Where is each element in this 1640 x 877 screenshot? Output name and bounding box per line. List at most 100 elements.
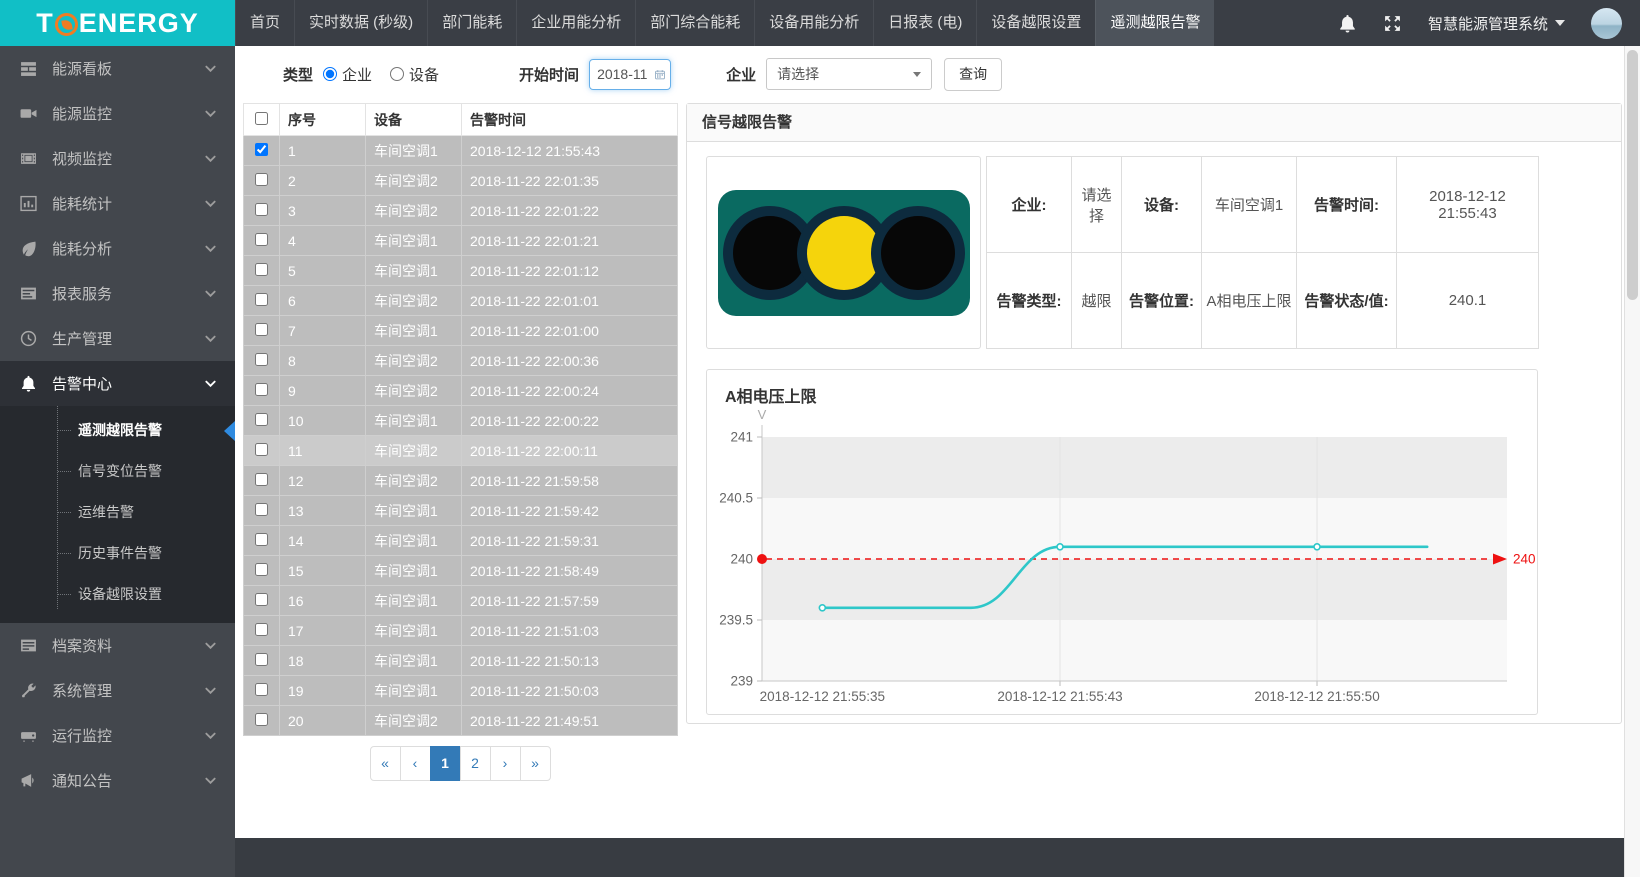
pagination-item[interactable]: › [490,746,521,781]
pagination-item[interactable]: ‹ [400,746,431,781]
nav-tab[interactable]: 设备越限设置 [976,0,1095,46]
table-row[interactable]: 11车间空调22018-11-22 22:00:11 [244,436,678,466]
sidebar-item[interactable]: 通知公告 [0,758,235,803]
pagination-item[interactable]: 1 [430,746,461,781]
info-time-label: 告警时间: [1297,157,1397,253]
row-checkbox[interactable] [255,623,268,636]
nav-tab[interactable]: 首页 [235,0,294,46]
start-time-value[interactable] [597,66,651,82]
pagination-item[interactable]: 2 [460,746,491,781]
system-title-dropdown[interactable]: 智慧能源管理系统 [1428,13,1565,34]
radio-input[interactable] [323,67,337,81]
nav-tab[interactable]: 日报表 (电) [873,0,976,46]
row-checkbox[interactable] [255,203,268,216]
radio-label: 企业 [342,64,372,85]
pagination-item[interactable]: » [520,746,551,781]
table-row[interactable]: 9车间空调22018-11-22 22:00:24 [244,376,678,406]
row-checkbox[interactable] [255,323,268,336]
nav-tab[interactable]: 设备用能分析 [754,0,873,46]
row-checkbox[interactable] [255,173,268,186]
row-checkbox[interactable] [255,293,268,306]
row-checkbox[interactable] [255,143,268,156]
chevron-down-icon [204,774,217,787]
row-checkbox[interactable] [255,353,268,366]
row-checkbox[interactable] [255,263,268,276]
table-row[interactable]: 10车间空调12018-11-22 22:00:22 [244,406,678,436]
sidebar-subitem[interactable]: 历史事件告警 [0,533,235,574]
chevron-down-icon [204,639,217,652]
sidebar-item[interactable]: 能耗分析 [0,226,235,271]
table-row[interactable]: 16车间空调12018-11-22 21:57:59 [244,586,678,616]
table-row[interactable]: 3车间空调22018-11-22 22:01:22 [244,196,678,226]
row-checkbox[interactable] [255,233,268,246]
row-checkbox[interactable] [255,593,268,606]
enterprise-select[interactable]: 请选择 [766,58,932,90]
row-checkbox[interactable] [255,713,268,726]
row-checkbox[interactable] [255,653,268,666]
row-checkbox[interactable] [255,533,268,546]
table-row[interactable]: 19车间空调12018-11-22 21:50:03 [244,676,678,706]
row-checkbox[interactable] [255,503,268,516]
select-all-checkbox[interactable] [255,112,268,125]
radio-input[interactable] [390,67,404,81]
cell-time: 2018-11-22 22:01:35 [462,166,678,196]
cell-no: 15 [280,556,366,586]
table-row[interactable]: 5车间空调12018-11-22 22:01:12 [244,256,678,286]
type-radio-企业[interactable]: 企业 [323,64,372,85]
table-row[interactable]: 17车间空调12018-11-22 21:51:03 [244,616,678,646]
table-row[interactable]: 15车间空调12018-11-22 21:58:49 [244,556,678,586]
wrench-icon [20,682,37,699]
row-checkbox[interactable] [255,383,268,396]
nav-tab[interactable]: 遥测越限告警 [1095,0,1214,46]
table-row[interactable]: 6车间空调22018-11-22 22:01:01 [244,286,678,316]
table-row[interactable]: 1车间空调12018-12-12 21:55:43 [244,136,678,166]
sidebar-item-label: 档案资料 [52,635,112,656]
scrollbar-thumb[interactable] [1627,50,1638,300]
fullscreen-icon[interactable] [1383,14,1402,33]
sidebar-item[interactable]: 能源看板 [0,46,235,91]
table-row[interactable]: 14车间空调12018-11-22 21:59:31 [244,526,678,556]
row-checkbox[interactable] [255,443,268,456]
sidebar-subitem[interactable]: 遥测越限告警 [0,410,235,451]
col-header-time: 告警时间 [462,104,678,136]
info-position-label: 告警位置: [1122,253,1202,349]
row-checkbox[interactable] [255,683,268,696]
row-checkbox[interactable] [255,413,268,426]
table-row[interactable]: 13车间空调12018-11-22 21:59:42 [244,496,678,526]
sidebar-subitem[interactable]: 运维告警 [0,492,235,533]
table-row[interactable]: 20车间空调22018-11-22 21:49:51 [244,706,678,736]
chevron-down-icon [204,62,217,75]
sidebar-item[interactable]: 视频监控 [0,136,235,181]
sidebar-item[interactable]: 档案资料 [0,623,235,668]
table-row[interactable]: 7车间空调12018-11-22 22:01:00 [244,316,678,346]
table-row[interactable]: 18车间空调12018-11-22 21:50:13 [244,646,678,676]
sidebar-subitem[interactable]: 信号变位告警 [0,451,235,492]
sidebar-item[interactable]: 能源监控 [0,91,235,136]
sidebar-item[interactable]: 系统管理 [0,668,235,713]
type-radio-设备[interactable]: 设备 [390,64,439,85]
table-row[interactable]: 4车间空调12018-11-22 22:01:21 [244,226,678,256]
sidebar-item[interactable]: 生产管理 [0,316,235,361]
notification-bell-icon[interactable] [1338,14,1357,33]
sidebar-item[interactable]: 报表服务 [0,271,235,316]
sidebar-subitem[interactable]: 设备越限设置 [0,574,235,615]
start-time-input[interactable] [589,59,671,90]
row-checkbox[interactable] [255,473,268,486]
nav-tab[interactable]: 企业用能分析 [516,0,635,46]
svg-text:239.5: 239.5 [719,613,753,628]
table-row[interactable]: 2车间空调22018-11-22 22:01:35 [244,166,678,196]
sidebar-item[interactable]: 告警中心 [0,361,235,406]
table-row[interactable]: 8车间空调22018-11-22 22:00:36 [244,346,678,376]
nav-tab[interactable]: 部门综合能耗 [635,0,754,46]
pagination-item[interactable]: « [370,746,401,781]
nav-tab[interactable]: 部门能耗 [427,0,516,46]
row-checkbox[interactable] [255,563,268,576]
table-header-row: 序号 设备 告警时间 [244,104,678,136]
avatar[interactable] [1591,8,1622,39]
nav-tab[interactable]: 实时数据 (秒级) [294,0,427,46]
sidebar-item[interactable]: 能耗统计 [0,181,235,226]
table-row[interactable]: 12车间空调22018-11-22 21:59:58 [244,466,678,496]
sidebar-item[interactable]: 运行监控 [0,713,235,758]
bar-chart-icon [20,195,37,212]
search-button[interactable]: 查询 [944,58,1002,91]
